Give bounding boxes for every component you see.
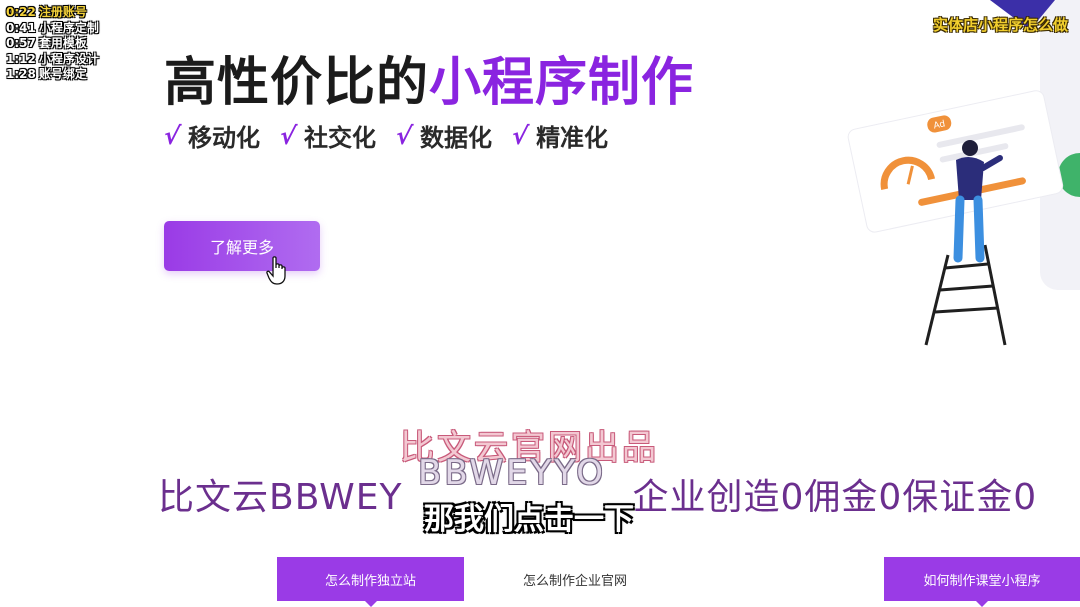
tab-classroom-miniprogram[interactable]: 如何制作课堂小程序 [884,557,1080,607]
chapter-item[interactable]: 0:22 注册账号 [6,5,99,21]
hand-cursor-icon [266,256,286,285]
video-channel-title: 实体店小程序怎么做 [932,16,1068,34]
hero-title-accent: 小程序制作 [429,53,695,113]
check-icon: √ [278,121,298,150]
feature-item: √ 移动化 [162,121,261,153]
video-subtitle: 那我们点击一下 [424,502,634,537]
chapter-item[interactable]: 0:41 小程序定制 [6,21,99,37]
chapter-item[interactable]: 0:57 套用模板 [6,36,99,52]
feature-item: √ 社交化 [278,121,377,153]
chapter-item[interactable]: 1:28 账号绑定 [6,67,99,83]
feature-list: √ 移动化 √ 社交化 √ 数据化 √ 精准化 [162,118,609,153]
check-icon: √ [394,121,415,150]
video-brand-name: BBWEYYO [418,453,606,493]
check-icon: √ [162,121,182,150]
feature-item: √ 精准化 [510,121,609,153]
hero-title: 高性价比的小程序制作 [164,40,694,115]
learn-more-button[interactable]: 了解更多 [164,221,320,271]
article-tabs: 怎么制作独立站 怎么制作企业官网 如何制作课堂小程序 [0,557,1080,607]
hero-illustration: Ad [847,0,1080,346]
chapter-item[interactable]: 1:12 小程序设计 [6,52,99,68]
tab-independent-site[interactable]: 怎么制作独立站 [277,557,464,607]
chapter-list: 0:22 注册账号 0:41 小程序定制 0:57 套用模板 1:12 小程序设计 1:… [6,5,99,83]
feature-item: √ 数据化 [394,121,493,153]
hero-title-main: 高性价比的 [164,53,430,113]
ladder-icon [924,244,1007,346]
tab-enterprise-site[interactable]: 怎么制作企业官网 [480,557,670,601]
check-icon: √ [510,121,531,150]
